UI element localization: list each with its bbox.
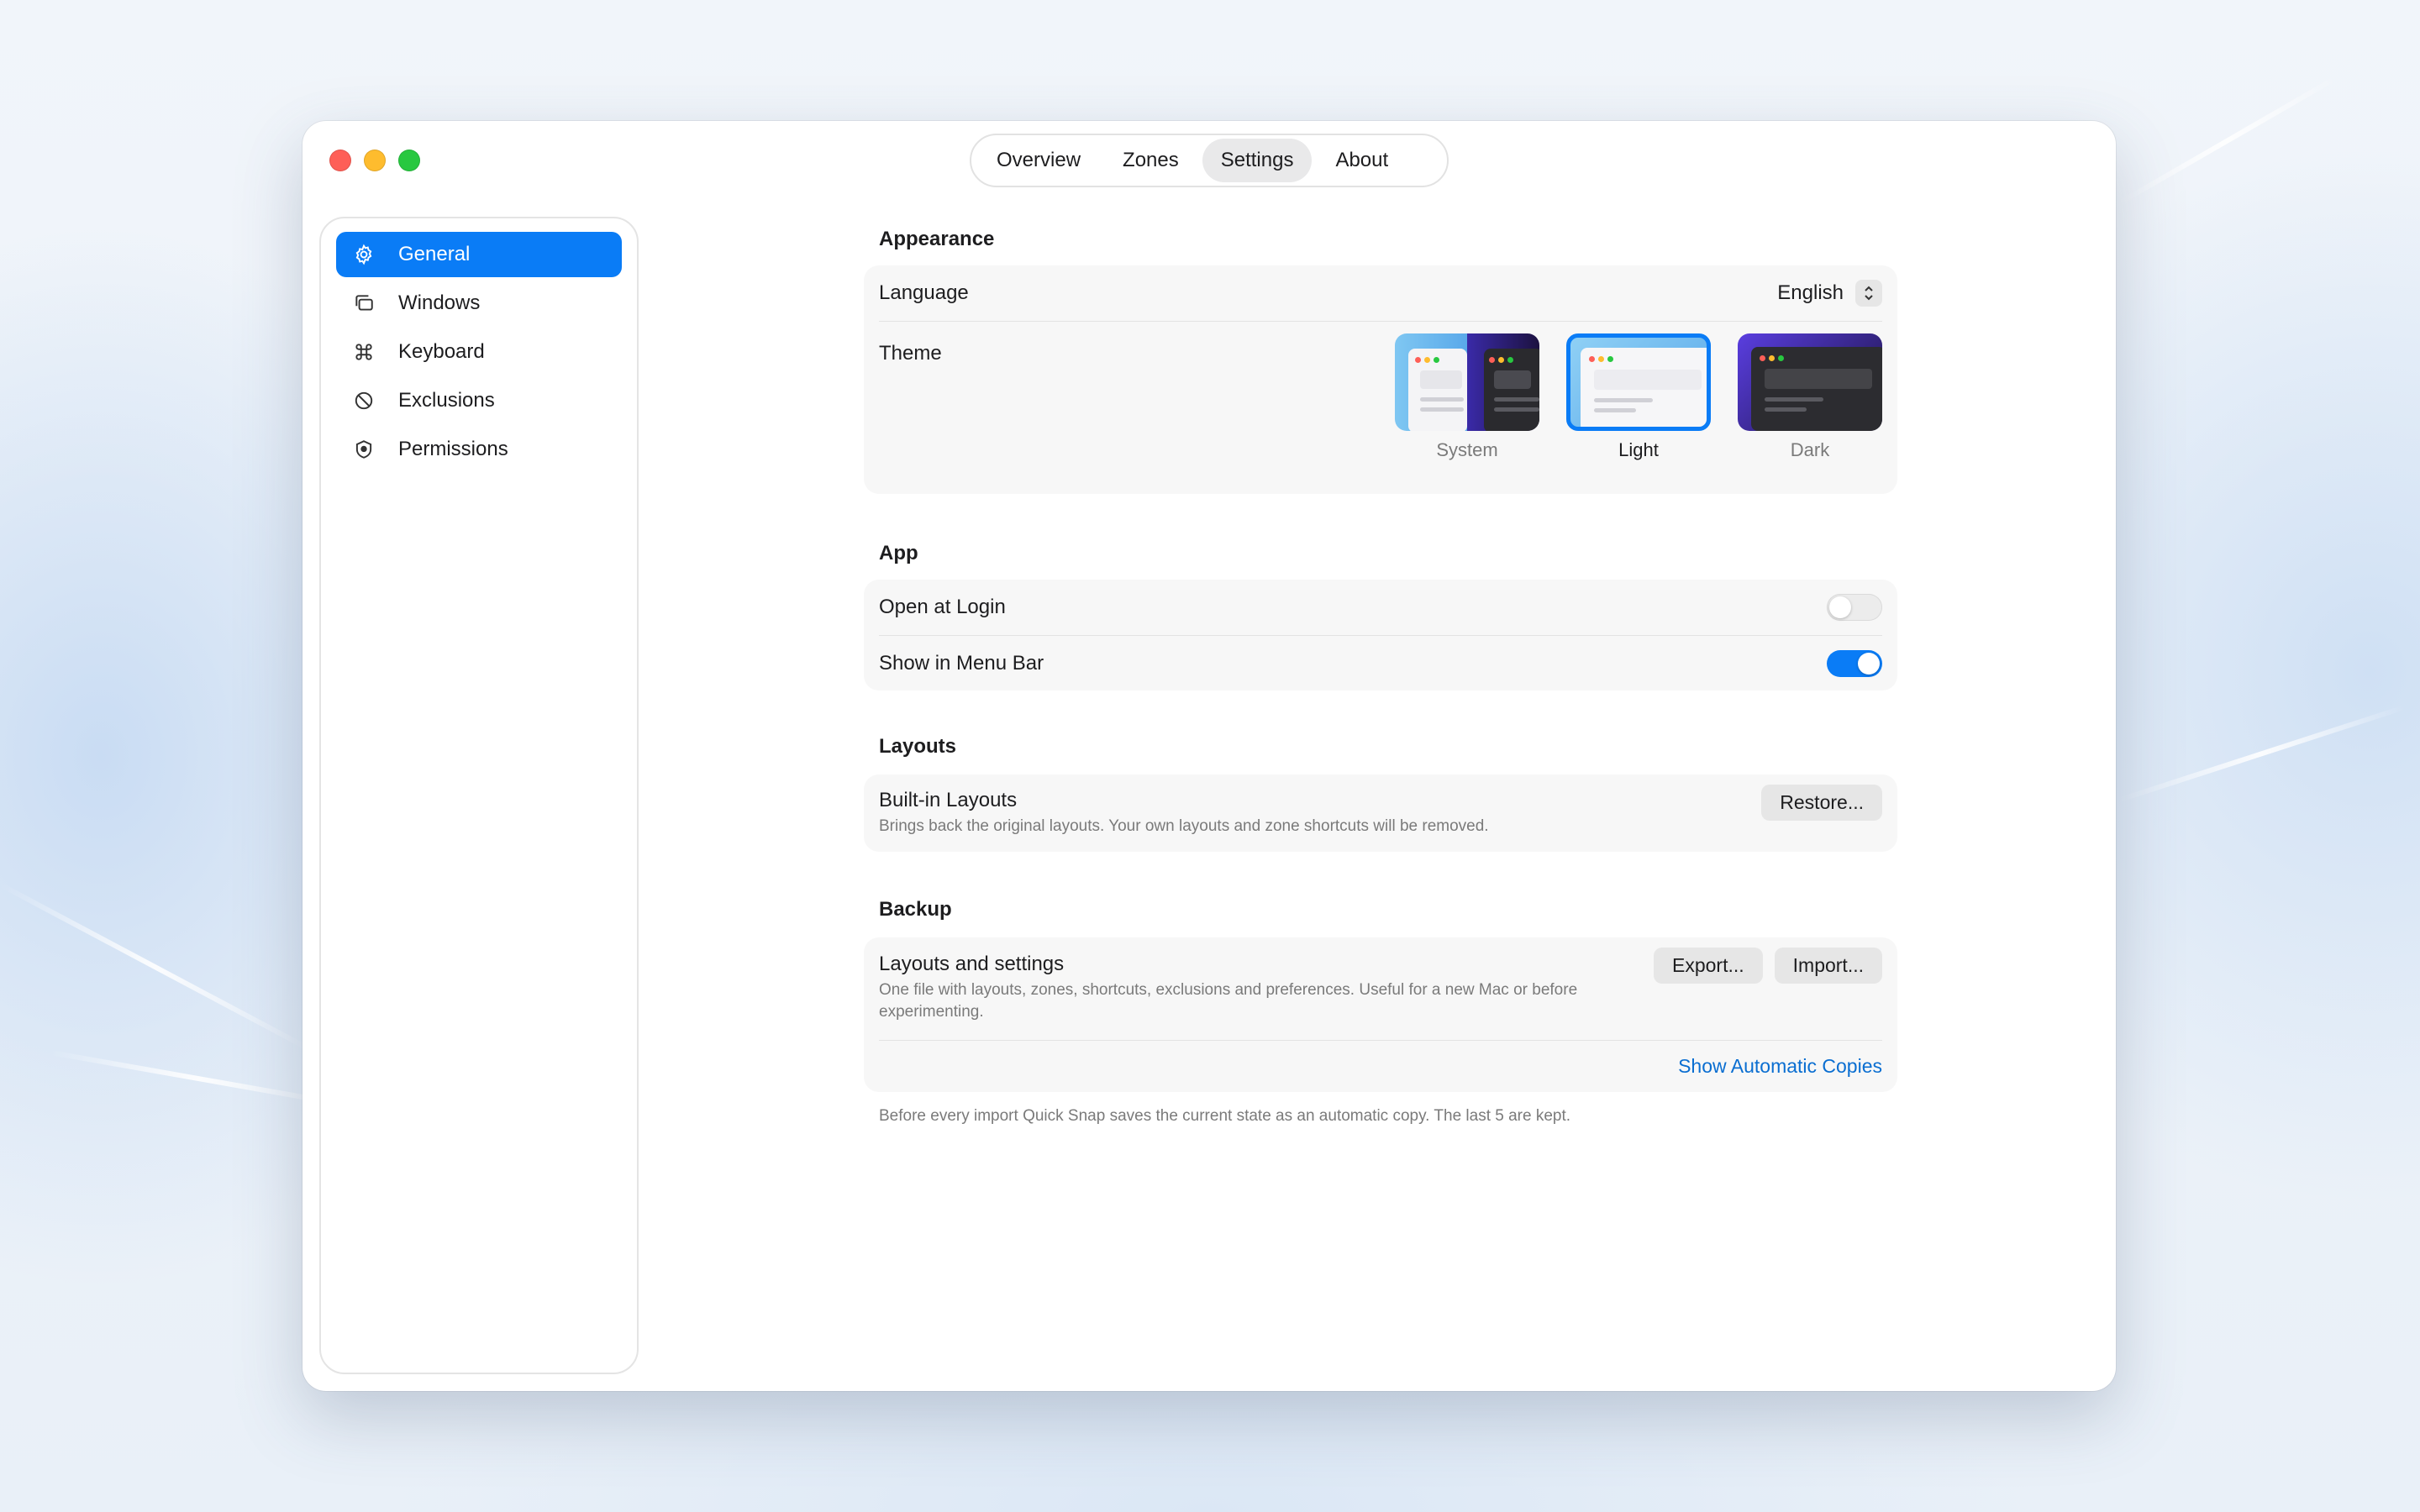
- section-title-layouts: Layouts: [879, 735, 957, 758]
- chevron-updown-icon: [1855, 280, 1882, 307]
- sidebar-item-windows[interactable]: Windows: [336, 281, 622, 326]
- zoom-window-button[interactable]: [398, 150, 420, 171]
- theme-label-light: Light: [1618, 439, 1659, 460]
- background-streak: [2117, 704, 2407, 803]
- theme-thumbnail-system: [1395, 333, 1539, 431]
- section-title-app: App: [879, 542, 918, 564]
- show-automatic-copies-link[interactable]: Show Automatic Copies: [1678, 1055, 1882, 1078]
- sidebar-item-label: General: [398, 243, 471, 265]
- backup-label: Layouts and settings: [879, 953, 1065, 975]
- backup-card: Layouts and settings One file with layou…: [864, 937, 1897, 1092]
- sidebar-item-exclusions[interactable]: Exclusions: [336, 378, 622, 423]
- sidebar-item-label: Windows: [398, 291, 481, 314]
- sidebar-item-label: Exclusions: [398, 389, 495, 412]
- show-in-menu-bar-toggle[interactable]: [1827, 649, 1882, 677]
- background-streak: [2116, 76, 2338, 207]
- theme-option-light[interactable]: Light: [1566, 333, 1711, 461]
- language-select[interactable]: English: [1777, 280, 1882, 307]
- theme-picker: System Light Dark: [1395, 333, 1882, 461]
- language-value: English: [1777, 281, 1844, 304]
- sidebar-item-keyboard[interactable]: Keyboard: [336, 329, 622, 375]
- tab-settings[interactable]: Settings: [1202, 139, 1313, 182]
- language-label: Language: [879, 281, 969, 304]
- open-at-login-toggle[interactable]: [1827, 594, 1882, 621]
- sidebar-item-permissions[interactable]: Permissions: [336, 427, 622, 472]
- appearance-card: Language English Theme System Light Dark: [864, 265, 1897, 494]
- backup-description: One file with layouts, zones, shortcuts,…: [879, 981, 1578, 1021]
- open-at-login-label: Open at Login: [879, 596, 1006, 618]
- show-in-menu-bar-label: Show in Menu Bar: [879, 651, 1044, 675]
- prohibited-icon: [353, 390, 375, 412]
- sidebar-item-general[interactable]: General: [336, 232, 622, 277]
- theme-thumbnail-light: [1566, 333, 1711, 431]
- close-window-button[interactable]: [329, 150, 351, 171]
- command-icon: [353, 341, 375, 363]
- backup-footnote: Before every import Quick Snap saves the…: [879, 1107, 1571, 1125]
- gear-icon: [353, 244, 375, 265]
- settings-content: Appearance Language English Theme System…: [864, 227, 1897, 1126]
- restore-button[interactable]: Restore...: [1761, 785, 1882, 821]
- sidebar-item-label: Keyboard: [398, 340, 485, 363]
- section-title-appearance: Appearance: [879, 228, 995, 250]
- app-window: Overview Zones Settings About General Wi…: [302, 121, 2116, 1391]
- minimize-window-button[interactable]: [364, 150, 386, 171]
- sidebar-item-label: Permissions: [398, 438, 508, 460]
- layouts-card: Built-in Layouts Brings back the origina…: [864, 774, 1897, 852]
- shield-icon: [353, 438, 375, 460]
- background-streak: [0, 882, 313, 1053]
- tab-overview[interactable]: Overview: [978, 139, 1099, 182]
- import-button[interactable]: Import...: [1774, 948, 1882, 984]
- windows-icon: [353, 292, 375, 314]
- theme-option-system[interactable]: System: [1395, 333, 1539, 461]
- theme-thumbnail-dark: [1738, 333, 1882, 431]
- export-button[interactable]: Export...: [1653, 948, 1763, 984]
- builtin-layouts-description: Brings back the original layouts. Your o…: [879, 817, 1489, 835]
- section-title-backup: Backup: [879, 898, 952, 921]
- tab-zones[interactable]: Zones: [1104, 139, 1197, 182]
- window-controls: [329, 150, 420, 171]
- theme-option-dark[interactable]: Dark: [1738, 333, 1882, 461]
- theme-label-system: System: [1436, 439, 1498, 460]
- sidebar: General Windows Keyboard Exclusions Perm…: [319, 217, 639, 1374]
- theme-label-dark: Dark: [1790, 439, 1830, 460]
- top-tab-bar: Overview Zones Settings About: [970, 134, 1449, 187]
- builtin-layouts-label: Built-in Layouts: [879, 789, 1018, 811]
- theme-label: Theme: [879, 342, 942, 365]
- app-card: Open at Login Show in Menu Bar: [864, 580, 1897, 690]
- tab-about[interactable]: About: [1317, 139, 1407, 182]
